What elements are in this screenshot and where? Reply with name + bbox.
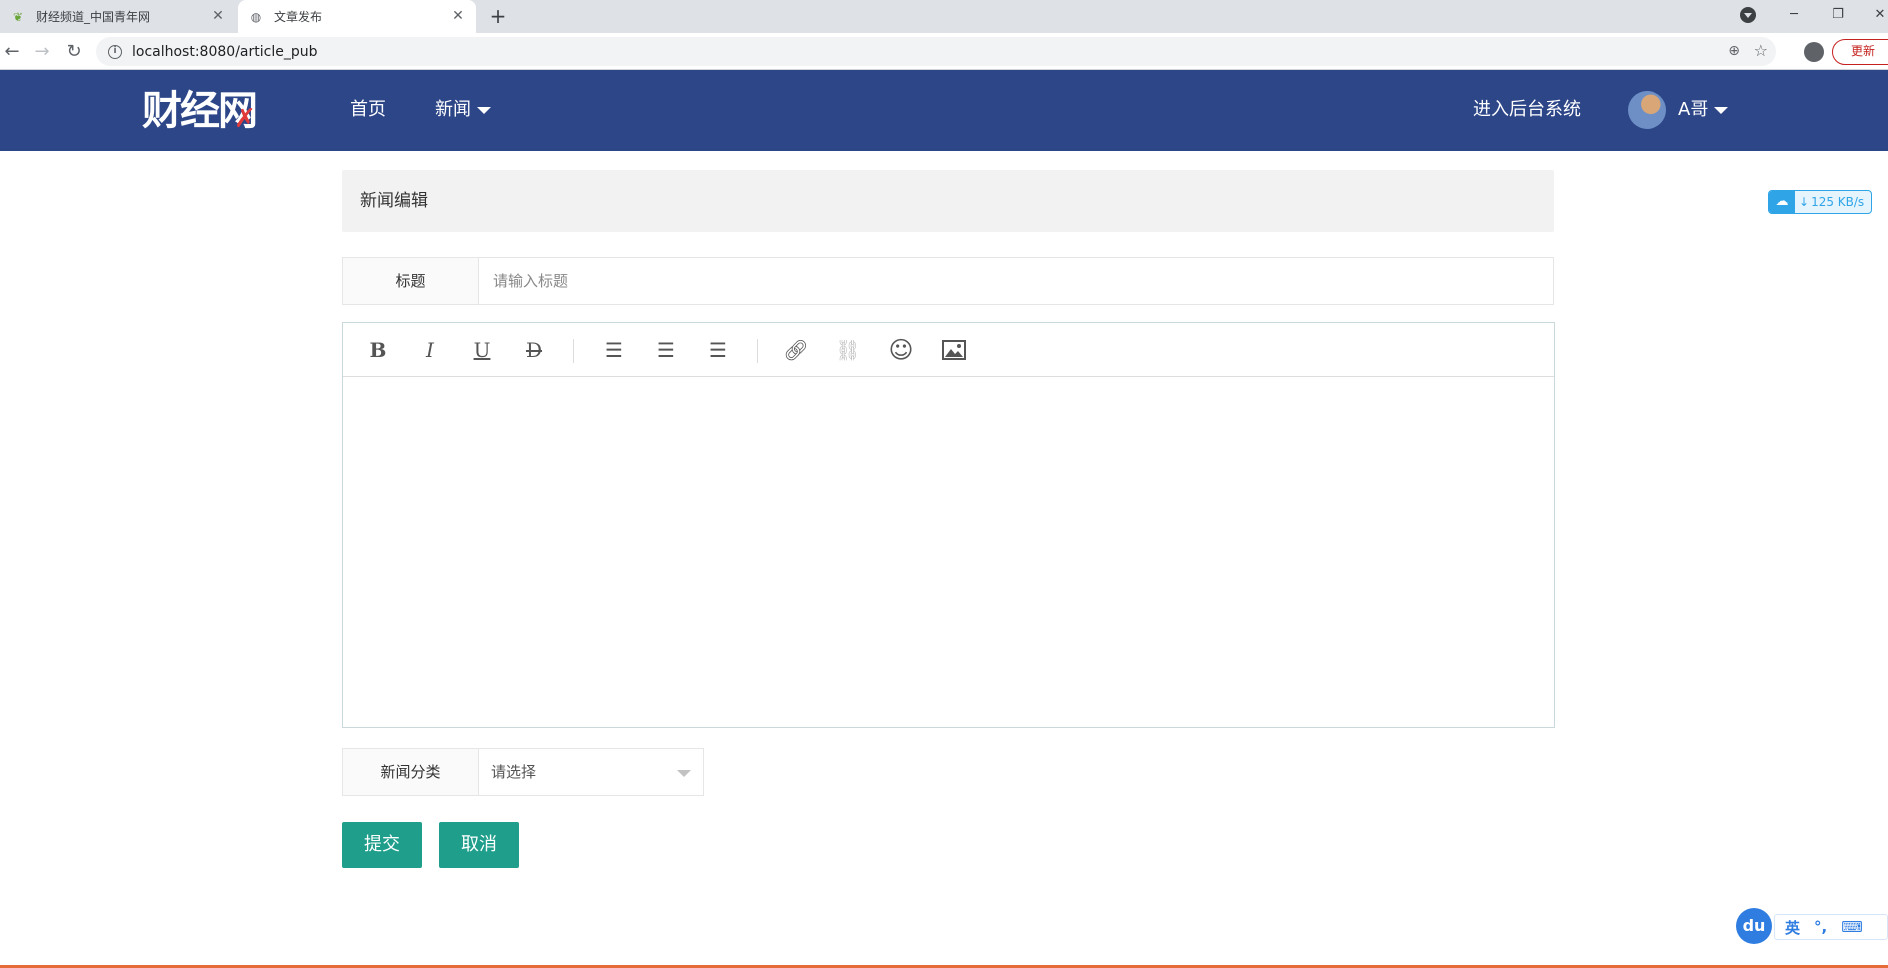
toolbar-divider [757, 339, 758, 363]
tab-search-icon[interactable] [1740, 7, 1756, 23]
forward-icon[interactable]: → [30, 40, 54, 64]
update-button[interactable]: 更新 [1832, 39, 1888, 65]
title-input[interactable] [479, 258, 1553, 304]
minimize-icon[interactable]: ─ [1774, 0, 1814, 29]
close-tab-icon[interactable]: ✕ [210, 8, 226, 24]
panel-title: 新闻编辑 [342, 170, 1554, 232]
logo-mark-icon: ✗ [234, 104, 256, 134]
chevron-down-icon [677, 770, 691, 777]
close-window-icon[interactable]: ✕ [1860, 0, 1888, 29]
reload-icon[interactable]: ↻ [62, 40, 86, 64]
kite-icon: ❦ [12, 9, 24, 24]
ime-strip: 英 °, ⌨ [1774, 914, 1888, 940]
site-info-icon[interactable]: i [108, 44, 122, 59]
unlink-icon[interactable]: ⛓ [831, 333, 865, 367]
back-icon[interactable]: ← [0, 40, 24, 64]
link-icon[interactable]: 🔗︎ [779, 333, 813, 367]
site-logo[interactable]: 财经网 ✗ [142, 88, 258, 134]
bookmark-star-icon[interactable]: ☆ [1754, 41, 1768, 60]
align-left-icon[interactable]: ☰ [597, 333, 631, 367]
image-icon[interactable] [937, 333, 971, 367]
browser-tab[interactable]: ❦ 财经频道_中国青年网 ✕ [0, 0, 236, 33]
nav-admin[interactable]: 进入后台系统 [1473, 96, 1581, 124]
editor-content-area[interactable] [343, 377, 1554, 727]
close-tab-icon[interactable]: ✕ [450, 8, 466, 24]
punctuation-icon[interactable]: °, [1814, 918, 1827, 936]
align-right-icon[interactable]: ☰ [701, 333, 735, 367]
category-label: 新闻分类 [343, 749, 479, 795]
site-header: 财经网 ✗ 首页 新闻 进入后台系统 A哥 [0, 70, 1888, 151]
ime-language-toggle[interactable]: 英 [1785, 917, 1800, 938]
italic-icon[interactable]: I [413, 333, 447, 367]
title-row: 标题 [342, 257, 1554, 305]
user-menu[interactable]: A哥 [1678, 96, 1729, 124]
keyboard-icon[interactable]: ⌨ [1841, 918, 1863, 936]
download-speed-widget[interactable]: ☁ ↓ 125 KB/s [1768, 190, 1872, 214]
browser-toolbar: ← → ↻ i localhost:8080/article_pub ⊕ ☆ 更… [0, 33, 1888, 70]
title-label: 标题 [343, 258, 479, 304]
profile-icon[interactable] [1804, 42, 1824, 62]
emoji-icon[interactable]: ☺ [884, 333, 918, 367]
image-glyph [942, 340, 966, 360]
nav-home[interactable]: 首页 [350, 96, 386, 124]
cloud-icon: ☁ [1769, 191, 1795, 213]
url-text: localhost:8080/article_pub [132, 43, 318, 60]
restore-icon[interactable]: ❐ [1818, 0, 1858, 29]
chevron-down-icon [1714, 106, 1729, 114]
tab-title: 文章发布 [274, 10, 323, 24]
tab-title: 财经频道_中国青年网 [36, 10, 151, 24]
avatar[interactable] [1628, 91, 1666, 129]
browser-tab-active[interactable]: ◍ 文章发布 ✕ [238, 0, 476, 33]
browser-tab-bar: ❦ 财经频道_中国青年网 ✕ ◍ 文章发布 ✕ + ─ ❐ ✕ [0, 0, 1888, 33]
nav-news[interactable]: 新闻 [435, 96, 491, 124]
category-select-value: 请选择 [491, 763, 537, 781]
rich-text-editor: B I U D ☰ ☰ ☰ 🔗︎ ⛓ ☺ [342, 322, 1555, 728]
category-row: 新闻分类 请选择 [342, 748, 704, 796]
speed-arrow-icon: ↓ [1799, 195, 1810, 209]
align-center-icon[interactable]: ☰ [649, 333, 683, 367]
bold-icon[interactable]: B [361, 333, 395, 367]
underline-icon[interactable]: U [465, 333, 499, 367]
ime-logo[interactable]: du [1736, 908, 1772, 944]
strikethrough-icon[interactable]: D [517, 333, 551, 367]
toolbar-divider [573, 339, 574, 363]
user-name: A哥 [1678, 99, 1709, 120]
submit-button[interactable]: 提交 [342, 822, 422, 868]
globe-icon: ◍ [250, 9, 262, 24]
new-tab-button[interactable]: + [486, 4, 510, 28]
ime-toolbar: du 英 °, ⌨ [1736, 908, 1888, 944]
address-bar[interactable]: i localhost:8080/article_pub ⊕ ☆ [96, 37, 1776, 66]
chevron-down-icon [477, 106, 491, 114]
cancel-button[interactable]: 取消 [439, 822, 519, 868]
zoom-icon[interactable]: ⊕ [1728, 43, 1740, 59]
speed-text: 125 KB/s [1811, 195, 1865, 209]
editor-toolbar: B I U D ☰ ☰ ☰ 🔗︎ ⛓ ☺ [343, 323, 1554, 377]
nav-news-label: 新闻 [435, 99, 471, 120]
category-select[interactable]: 请选择 [479, 749, 703, 795]
